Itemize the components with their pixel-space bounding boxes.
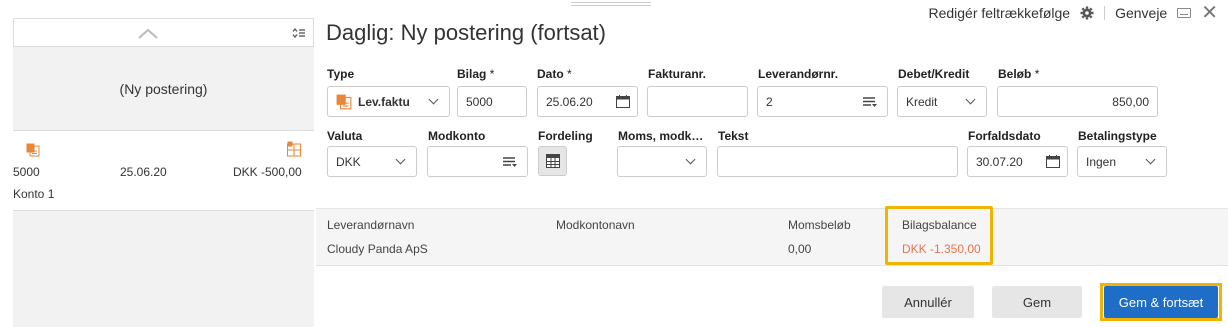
- type-value: Lev.faktu: [358, 94, 410, 109]
- payment-type-label: Betalingstype: [1078, 129, 1157, 143]
- payment-type-value: Ingen: [1086, 154, 1117, 169]
- supplier-invoice-icon: [336, 94, 352, 109]
- vat-amount-value: 0,00: [788, 242, 812, 256]
- contra-name-header: Modkontonavn: [556, 218, 635, 232]
- text-label: Tekst: [718, 129, 749, 143]
- amount-label: Beløb *: [998, 67, 1040, 81]
- calendar-icon[interactable]: [1039, 147, 1067, 176]
- date-input[interactable]: 25.06.20: [537, 86, 638, 117]
- supplier-no-input[interactable]: 2: [757, 86, 888, 117]
- supplier-invoice-icon: [26, 143, 40, 157]
- entry-account: Konto 1: [13, 187, 55, 201]
- chevron-down-icon: [965, 94, 976, 105]
- chevron-down-icon: [1145, 154, 1156, 165]
- sidebar-header: [13, 18, 314, 47]
- vat-label: Moms, modk…: [618, 129, 704, 143]
- type-select[interactable]: Lev.faktu: [327, 86, 450, 117]
- distribution-label: Fordeling: [538, 129, 593, 143]
- supplier-no-value: 2: [766, 94, 773, 109]
- shortcuts-link[interactable]: Genveje: [1115, 5, 1167, 21]
- lookup-list-icon[interactable]: [493, 147, 527, 176]
- sort-icon[interactable]: [285, 19, 313, 46]
- gear-icon[interactable]: [1080, 6, 1094, 20]
- entry-voucher: 5000: [13, 165, 40, 179]
- entry-date: 25.06.20: [120, 165, 167, 179]
- chevron-down-icon: [395, 154, 406, 165]
- date-label: Dato *: [537, 67, 572, 81]
- entry-amount: DKK -500,00: [233, 165, 302, 179]
- vat-amount-header: Momsbeløb: [788, 218, 851, 232]
- supplier-name-header: Leverandørnavn: [327, 218, 415, 232]
- voucher-label: Bilag *: [457, 67, 495, 81]
- debit-credit-select[interactable]: Kredit: [897, 86, 987, 117]
- summary-panel: Leverandørnavn Cloudy Panda ApS Modkonto…: [316, 208, 1228, 266]
- cancel-button[interactable]: Annullér: [882, 286, 974, 318]
- supplier-name-value: Cloudy Panda ApS: [327, 242, 428, 256]
- divider: [1104, 6, 1106, 20]
- contra-account-label: Modkonto: [428, 129, 486, 143]
- due-date-value: 30.07.20: [976, 154, 1023, 169]
- top-links: Redigér feltrækkefølge Genveje ✕: [928, 3, 1218, 23]
- calendar-icon[interactable]: [609, 87, 637, 116]
- debit-credit-value: Kredit: [906, 94, 938, 109]
- posting-list-item[interactable]: 5000 25.06.20 DKK -500,00 Konto 1: [13, 131, 314, 211]
- distribution-button[interactable]: [538, 146, 567, 176]
- chevron-down-icon: [428, 94, 439, 105]
- postings-sidebar: (Ny postering) 5000 25.06.20 DKK -500,00…: [13, 18, 314, 327]
- currency-value: DKK: [336, 154, 361, 169]
- invoice-no-label: Fakturanr.: [648, 67, 707, 81]
- voucher-input[interactable]: 5000: [457, 86, 527, 117]
- currency-select[interactable]: DKK: [327, 146, 417, 177]
- page-title: Daglig: Ny postering (fortsat): [326, 20, 606, 45]
- close-icon[interactable]: ✕: [1201, 3, 1218, 23]
- type-label: Type: [327, 67, 355, 81]
- vat-select[interactable]: [617, 146, 707, 177]
- chevron-down-icon: [685, 154, 696, 165]
- text-input[interactable]: [717, 146, 958, 177]
- edit-tab-order-link[interactable]: Redigér feltrækkefølge: [928, 5, 1070, 21]
- save-button[interactable]: Gem: [992, 286, 1082, 318]
- contra-account-input[interactable]: [427, 146, 528, 177]
- keyboard-icon[interactable]: [1177, 8, 1192, 18]
- supplier-no-label: Leverandørnr.: [758, 67, 839, 81]
- grid-icon: [545, 154, 560, 168]
- balance-highlight: [885, 206, 993, 265]
- new-posting-item[interactable]: (Ny postering): [13, 47, 314, 131]
- due-date-input[interactable]: 30.07.20: [967, 146, 1068, 177]
- save-continue-highlight: [1100, 283, 1222, 321]
- payment-type-select[interactable]: Ingen: [1077, 146, 1167, 177]
- debit-credit-label: Debet/Kredit: [898, 67, 970, 81]
- invoice-no-input[interactable]: [647, 86, 748, 117]
- date-value: 25.06.20: [546, 94, 593, 109]
- lookup-list-icon[interactable]: [853, 87, 887, 116]
- distribution-icon: [287, 141, 301, 157]
- drag-handle[interactable]: [571, 0, 651, 8]
- due-date-label: Forfaldsdato: [968, 129, 1041, 143]
- amount-input[interactable]: 850,00: [997, 86, 1158, 117]
- chevron-up-icon[interactable]: [138, 27, 158, 39]
- currency-label: Valuta: [327, 129, 363, 143]
